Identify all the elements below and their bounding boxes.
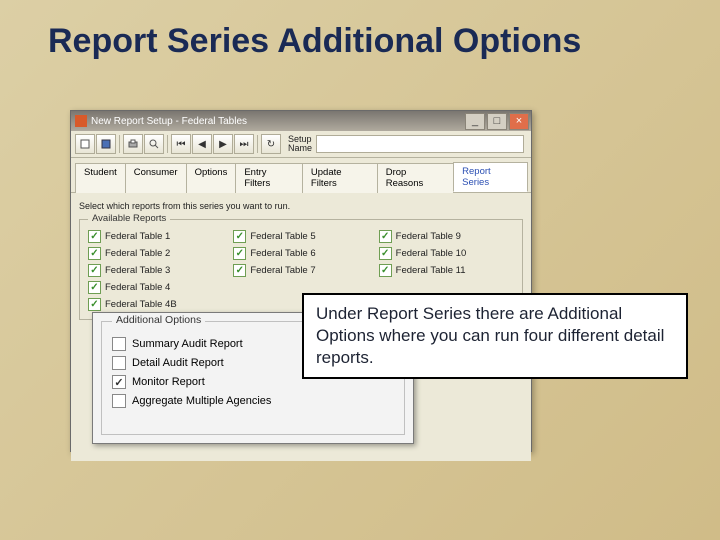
tab-student[interactable]: Student	[75, 163, 126, 193]
option-label: Monitor Report	[132, 376, 205, 388]
checkbox-icon: ✓	[88, 264, 101, 277]
save-icon[interactable]	[96, 134, 116, 154]
checkbox-icon: ✓	[379, 247, 392, 260]
report-label: Federal Table 9	[396, 231, 461, 242]
refresh-icon[interactable]: ↻	[261, 134, 281, 154]
maximize-button[interactable]: □	[487, 113, 507, 130]
minimize-button[interactable]: _	[465, 113, 485, 130]
report-checkbox[interactable]: ✓ Federal Table 11	[379, 264, 514, 277]
option-label: Detail Audit Report	[132, 357, 224, 369]
option-checkbox[interactable]: Aggregate Multiple Agencies	[112, 394, 394, 408]
option-label: Summary Audit Report	[132, 338, 243, 350]
checkbox-icon: ✓	[233, 264, 246, 277]
report-checkbox[interactable]: ✓ Federal Table 4B	[88, 298, 223, 311]
tab-options[interactable]: Options	[186, 163, 237, 193]
report-label: Federal Table 7	[250, 265, 315, 276]
report-label: Federal Table 5	[250, 231, 315, 242]
checkbox-icon: ✓	[233, 247, 246, 260]
report-checkbox[interactable]: ✓ Federal Table 7	[233, 264, 368, 277]
tab-consumer[interactable]: Consumer	[125, 163, 187, 193]
window-title: New Report Setup - Federal Tables	[91, 116, 463, 127]
checkbox-icon: ✓	[233, 230, 246, 243]
new-icon[interactable]	[75, 134, 95, 154]
tab-update-filters[interactable]: Update Filters	[302, 163, 378, 193]
preview-icon[interactable]	[144, 134, 164, 154]
last-icon[interactable]: ⏭	[234, 134, 254, 154]
report-checkbox[interactable]: ✓ Federal Table 5	[233, 230, 368, 243]
checkbox-icon: ✓	[112, 375, 126, 389]
additional-options-legend: Additional Options	[112, 314, 205, 326]
slide-title: Report Series Additional Options	[0, 0, 720, 61]
report-label: Federal Table 1	[105, 231, 170, 242]
checkbox-icon: ✓	[379, 230, 392, 243]
report-label: Federal Table 11	[396, 265, 466, 276]
report-label: Federal Table 3	[105, 265, 170, 276]
tab-drop-reasons[interactable]: Drop Reasons	[377, 163, 454, 193]
callout-text: Under Report Series there are Additional…	[302, 293, 688, 379]
report-checkbox[interactable]: ✓ Federal Table 1	[88, 230, 223, 243]
report-checkbox[interactable]: ✓ Federal Table 3	[88, 264, 223, 277]
close-button[interactable]: ×	[509, 113, 529, 130]
report-checkbox[interactable]: ✓ Federal Table 9	[379, 230, 514, 243]
tab-entry-filters[interactable]: Entry Filters	[235, 163, 303, 193]
checkbox-icon: ✓	[88, 247, 101, 260]
report-label: Federal Table 2	[105, 248, 170, 259]
report-checkbox[interactable]: ✓ Federal Table 4	[88, 281, 223, 294]
setup-name-input[interactable]	[316, 135, 524, 153]
checkbox-icon	[112, 394, 126, 408]
report-label: Federal Table 6	[250, 248, 315, 259]
tab-report-series[interactable]: Report Series	[453, 162, 528, 192]
checkbox-icon	[112, 356, 126, 370]
checkbox-icon: ✓	[88, 281, 101, 294]
first-icon[interactable]: ⏮	[171, 134, 191, 154]
window-titlebar: New Report Setup - Federal Tables _ □ ×	[71, 111, 531, 131]
prev-icon[interactable]: ◀	[192, 134, 212, 154]
report-checkbox[interactable]: ✓ Federal Table 10	[379, 247, 514, 260]
setup-name-label: Setup Name	[288, 135, 312, 153]
report-label: Federal Table 4	[105, 282, 170, 293]
report-checkbox[interactable]: ✓ Federal Table 6	[233, 247, 368, 260]
available-reports-legend: Available Reports	[88, 213, 170, 224]
checkbox-icon: ✓	[88, 230, 101, 243]
toolbar: ⏮ ◀ ▶ ⏭ ↻ Setup Name	[71, 131, 531, 158]
report-label: Federal Table 10	[396, 248, 467, 259]
print-icon[interactable]	[123, 134, 143, 154]
panel-instructions: Select which reports from this series yo…	[79, 201, 523, 211]
report-checkbox[interactable]: ✓ Federal Table 2	[88, 247, 223, 260]
report-label: Federal Table 4B	[105, 299, 177, 310]
checkbox-icon	[112, 337, 126, 351]
option-label: Aggregate Multiple Agencies	[132, 395, 271, 407]
checkbox-icon: ✓	[379, 264, 392, 277]
next-icon[interactable]: ▶	[213, 134, 233, 154]
tab-bar: StudentConsumerOptionsEntry FiltersUpdat…	[71, 158, 531, 193]
app-icon	[75, 115, 87, 127]
checkbox-icon: ✓	[88, 298, 101, 311]
